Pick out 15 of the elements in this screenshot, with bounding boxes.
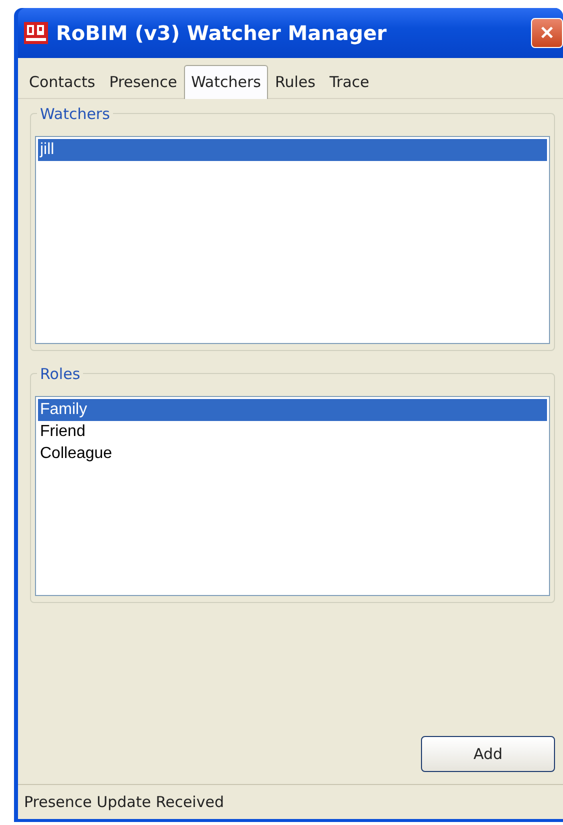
add-button[interactable]: Add [421,736,555,772]
tab[interactable]: Contacts [22,67,102,98]
tab[interactable]: Trace [322,67,376,98]
tab[interactable]: Watchers [184,65,268,99]
list-item[interactable]: Colleague [38,443,547,465]
window-title: RoBIM (v3) Watcher Manager [56,21,388,45]
roles-list[interactable]: Family Friend Colleague [35,396,550,596]
watchers-list[interactable]: jill [35,136,550,344]
list-item[interactable]: jill [38,139,547,161]
tab[interactable]: Presence [102,67,184,98]
tab[interactable]: Rules [268,67,322,98]
list-item[interactable]: Friend [38,421,547,443]
status-text: Presence Update Received [24,793,224,811]
logo-icon [24,22,48,44]
list-item[interactable]: Family [38,399,547,421]
